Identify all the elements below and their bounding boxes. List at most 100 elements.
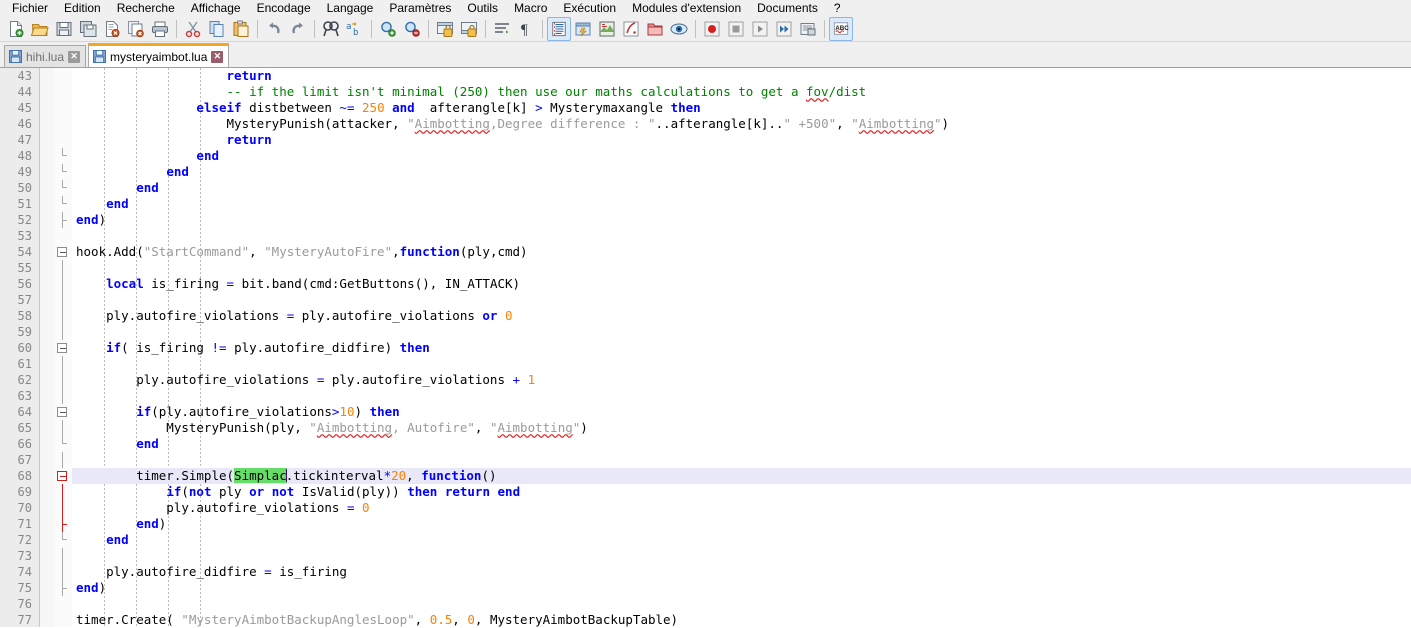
code-line[interactable]: 49 end	[0, 164, 1411, 180]
code-line[interactable]: 51 end	[0, 196, 1411, 212]
code-line[interactable]: 63	[0, 388, 1411, 404]
code-line[interactable]: 69 if(not ply or not IsValid(ply)) then …	[0, 484, 1411, 500]
code-line[interactable]: 56 local is_firing = bit.band(cmd:GetBut…	[0, 276, 1411, 292]
function-list-icon[interactable]	[619, 17, 643, 41]
redo-icon[interactable]	[286, 17, 310, 41]
code-text[interactable]: return	[72, 132, 1411, 148]
fold-margin[interactable]	[54, 516, 72, 532]
bookmark-margin[interactable]	[40, 404, 54, 420]
bookmark-margin[interactable]	[40, 244, 54, 260]
fold-margin[interactable]	[54, 500, 72, 516]
fold-margin[interactable]	[54, 436, 72, 452]
monitoring-icon[interactable]	[667, 17, 691, 41]
fold-margin[interactable]	[54, 228, 72, 244]
zoom-in-icon[interactable]	[376, 17, 400, 41]
menu-documents[interactable]: Documents	[749, 0, 826, 16]
code-text[interactable]: ply.autofire_didfire = is_firing	[72, 564, 1411, 580]
bookmark-margin[interactable]	[40, 292, 54, 308]
code-text[interactable]: hook.Add("StartCommand", "MysteryAutoFir…	[72, 244, 1411, 260]
code-text[interactable]: end)	[72, 580, 1411, 596]
fold-margin[interactable]	[54, 420, 72, 436]
bookmark-margin[interactable]	[40, 500, 54, 516]
replace-icon[interactable]: ab	[343, 17, 367, 41]
fold-margin[interactable]	[54, 340, 72, 356]
cut-icon[interactable]	[181, 17, 205, 41]
code-line[interactable]: 46 MysteryPunish(attacker, "Aimbotting,D…	[0, 116, 1411, 132]
code-line[interactable]: 43 return	[0, 68, 1411, 84]
bookmark-margin[interactable]	[40, 484, 54, 500]
bookmark-margin[interactable]	[40, 212, 54, 228]
word-wrap-icon[interactable]	[490, 17, 514, 41]
fold-margin[interactable]	[54, 612, 72, 627]
save-macro-icon[interactable]	[796, 17, 820, 41]
sync-vertical-scroll-icon[interactable]	[433, 17, 457, 41]
fold-toggle-icon[interactable]	[57, 407, 67, 417]
code-text[interactable]: timer.Simple(Simplac.tickinterval*20, fu…	[72, 468, 1411, 484]
code-line[interactable]: 74 ply.autofire_didfire = is_firing	[0, 564, 1411, 580]
code-text[interactable]: ply.autofire_violations = ply.autofire_v…	[72, 372, 1411, 388]
menu-aide[interactable]: ?	[826, 0, 849, 16]
fold-margin[interactable]	[54, 244, 72, 260]
code-line[interactable]: 57	[0, 292, 1411, 308]
code-text[interactable]: timer.Create( "MysteryAimbotBackupAngles…	[72, 612, 1411, 627]
stop-recording-icon[interactable]	[724, 17, 748, 41]
menu-macro[interactable]: Macro	[506, 0, 555, 16]
code-text[interactable]: end	[72, 532, 1411, 548]
code-text[interactable]: end	[72, 196, 1411, 212]
record-macro-icon[interactable]	[700, 17, 724, 41]
code-text[interactable]: if(not ply or not IsValid(ply)) then ret…	[72, 484, 1411, 500]
bookmark-margin[interactable]	[40, 420, 54, 436]
code-editor[interactable]: 43 return 44 -- if the limit isn't minima…	[0, 68, 1411, 627]
bookmark-margin[interactable]	[40, 532, 54, 548]
code-line[interactable]: 50 end	[0, 180, 1411, 196]
copy-icon[interactable]	[205, 17, 229, 41]
bookmark-margin[interactable]	[40, 100, 54, 116]
code-line[interactable]: 61	[0, 356, 1411, 372]
fold-toggle-icon[interactable]	[57, 247, 67, 257]
fold-margin[interactable]	[54, 580, 72, 596]
fold-toggle-icon[interactable]	[57, 343, 67, 353]
spell-check-icon[interactable]: ABC	[829, 16, 853, 41]
menu-parametres[interactable]: Paramètres	[381, 0, 459, 16]
fold-toggle-icon[interactable]	[57, 471, 67, 481]
bookmark-margin[interactable]	[40, 340, 54, 356]
code-line[interactable]: 71 end)	[0, 516, 1411, 532]
code-text[interactable]: ply.autofire_violations = 0	[72, 500, 1411, 516]
menu-execution[interactable]: Exécution	[555, 0, 624, 16]
bookmark-margin[interactable]	[40, 612, 54, 627]
code-text[interactable]: end	[72, 164, 1411, 180]
bookmark-margin[interactable]	[40, 452, 54, 468]
code-text[interactable]: end	[72, 180, 1411, 196]
code-text[interactable]: return	[72, 68, 1411, 84]
indent-guide-icon[interactable]	[547, 16, 571, 41]
fold-margin[interactable]	[54, 372, 72, 388]
save-all-icon[interactable]	[76, 17, 100, 41]
code-line[interactable]: 52 end)	[0, 212, 1411, 228]
menu-edition[interactable]: Edition	[56, 0, 109, 16]
bookmark-margin[interactable]	[40, 356, 54, 372]
code-line[interactable]: 55	[0, 260, 1411, 276]
code-line[interactable]: 65 MysteryPunish(ply, "Aimbotting, Autof…	[0, 420, 1411, 436]
code-line[interactable]: 72 end	[0, 532, 1411, 548]
fold-margin[interactable]	[54, 452, 72, 468]
menu-recherche[interactable]: Recherche	[109, 0, 183, 16]
close-all-icon[interactable]	[124, 17, 148, 41]
code-text[interactable]	[72, 228, 1411, 244]
show-all-characters-icon[interactable]: ¶	[514, 17, 538, 41]
bookmark-margin[interactable]	[40, 596, 54, 612]
fold-margin[interactable]	[54, 196, 72, 212]
code-text[interactable]	[72, 356, 1411, 372]
undo-icon[interactable]	[262, 17, 286, 41]
menu-encodage[interactable]: Encodage	[249, 0, 319, 16]
code-text[interactable]	[72, 260, 1411, 276]
code-line[interactable]: 70 ply.autofire_violations = 0	[0, 500, 1411, 516]
code-text[interactable]: if(ply.autofire_violations>10) then	[72, 404, 1411, 420]
fold-margin[interactable]	[54, 84, 72, 100]
open-file-icon[interactable]	[28, 17, 52, 41]
code-line[interactable]: 48 end	[0, 148, 1411, 164]
fold-margin[interactable]	[54, 564, 72, 580]
menu-affichage[interactable]: Affichage	[183, 0, 249, 16]
fold-margin[interactable]	[54, 260, 72, 276]
code-line[interactable]: 45 elseif distbetween ~= 250 and afteran…	[0, 100, 1411, 116]
code-line[interactable]: 75 end)	[0, 580, 1411, 596]
